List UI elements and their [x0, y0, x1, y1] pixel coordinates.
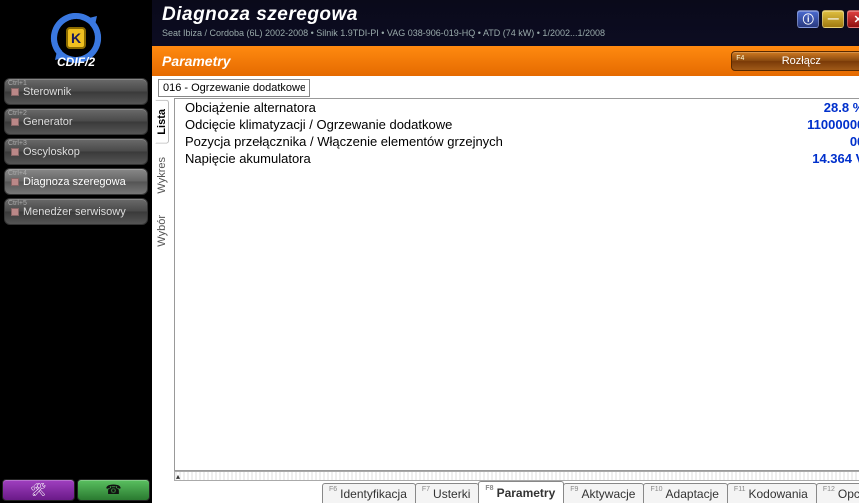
tab-kodowania[interactable]: F11Kodowania — [727, 483, 817, 503]
info-button[interactable]: ⓘ — [797, 10, 819, 28]
side-tab-wykres[interactable]: Wykres — [155, 148, 169, 203]
nav-generator[interactable]: Ctrl+2Generator — [4, 108, 148, 135]
param-row: Obciążenie alternatora28.8 % — [175, 99, 859, 116]
disconnect-button[interactable]: F4 Rozłącz — [731, 51, 859, 71]
info-icon: ⓘ — [803, 11, 814, 27]
nav-diagnoza-szeregowa[interactable]: Ctrl+4Diagnoza szeregowa — [4, 168, 148, 195]
svg-text:CDIF/2: CDIF/2 — [57, 55, 95, 68]
header: Diagnoza szeregowa Seat Ibiza / Cordoba … — [152, 0, 859, 46]
parameter-list: Obciążenie alternatora28.8 % Odcięcie kl… — [174, 98, 859, 471]
tab-adaptacje[interactable]: F10Adaptacje — [643, 483, 727, 503]
tab-aktywacje[interactable]: F9Aktywacje — [563, 483, 644, 503]
svg-text:K: K — [71, 30, 81, 46]
param-row: Napięcie akumulatora14.364 V — [175, 150, 859, 167]
nav-sterownik[interactable]: Ctrl+1Sterownik — [4, 78, 148, 105]
side-tab-wybor[interactable]: Wybór — [155, 206, 169, 256]
app-logo: K CDIF/2 — [0, 0, 152, 76]
tab-identyfikacja[interactable]: F6Identyfikacja — [322, 483, 416, 503]
group-selector[interactable] — [158, 79, 310, 97]
param-row: Odcięcie klimatyzacji / Ogrzewanie dodat… — [175, 116, 859, 133]
tab-usterki[interactable]: F7Usterki — [415, 483, 480, 503]
side-tab-lista[interactable]: Lista — [155, 100, 169, 144]
close-button[interactable]: ✕ — [847, 10, 859, 28]
horizontal-scrollbar[interactable]: ▴ ▴ — [174, 471, 859, 481]
nav-menedzer-serwisowy[interactable]: Ctrl+5Menedżer serwisowy — [4, 198, 148, 225]
tab-opcje[interactable]: F12Opcje — [816, 483, 859, 503]
tab-parametry[interactable]: F8Parametry — [478, 481, 564, 503]
wrench-icon: 🛠 — [30, 482, 47, 498]
nav-oscyloskop[interactable]: Ctrl+3Oscyloskop — [4, 138, 148, 165]
scroll-up-icon: ▴ — [176, 472, 180, 481]
param-row: Pozycja przełącznika / Włączenie element… — [175, 133, 859, 150]
vehicle-subtitle: Seat Ibiza / Cordoba (6L) 2002-2008 • Si… — [162, 28, 859, 38]
page-title: Diagnoza szeregowa — [162, 4, 859, 26]
phone-icon: ☎ — [105, 482, 121, 498]
tools-button[interactable]: 🛠 — [2, 479, 75, 501]
close-icon: ✕ — [854, 13, 859, 26]
section-title: Parametry — [162, 53, 231, 69]
minimize-button[interactable]: — — [822, 10, 844, 28]
minimize-icon: — — [828, 13, 839, 25]
call-button[interactable]: ☎ — [77, 479, 150, 501]
